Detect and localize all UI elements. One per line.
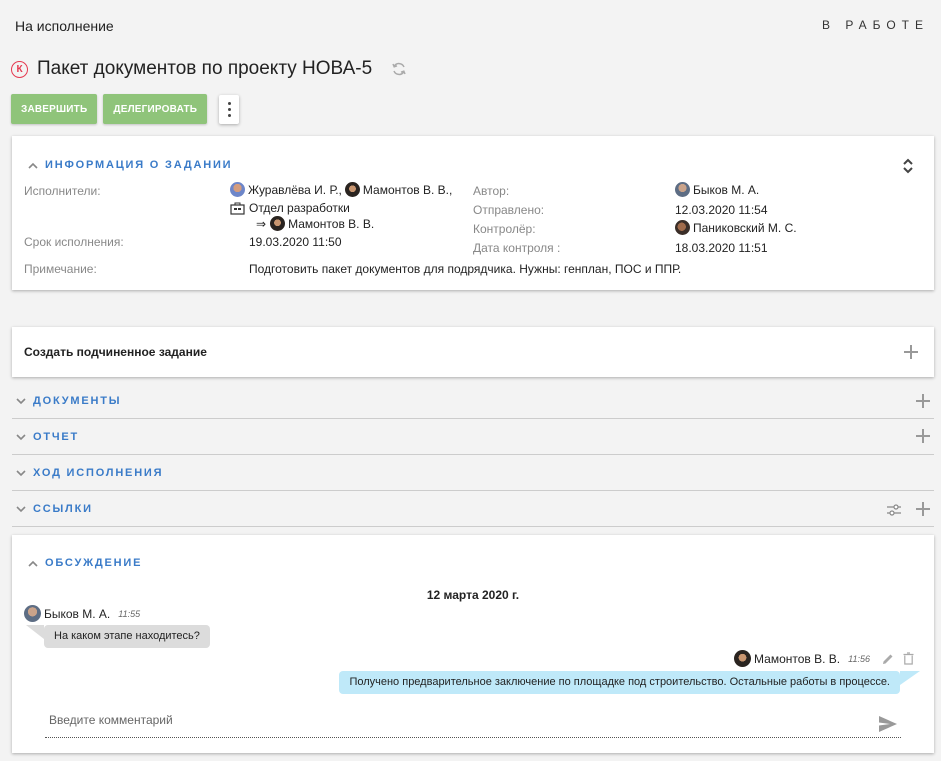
chevron-up-icon xyxy=(28,160,38,170)
section-documents-label: ДОКУМЕНТЫ xyxy=(33,395,122,407)
bubble-tail xyxy=(26,625,44,639)
message-header: Быков М. А. 11:55 xyxy=(24,605,140,622)
avatar xyxy=(734,650,752,667)
sent-label: Отправлено: xyxy=(473,203,545,217)
filter-settings-icon[interactable] xyxy=(887,503,901,517)
plus-icon[interactable] xyxy=(916,394,930,408)
action-bar: ЗАВЕРШИТЬ ДЕЛЕГИРОВАТЬ xyxy=(11,94,240,124)
avatar xyxy=(675,182,690,197)
department-icon xyxy=(230,202,245,215)
sent-value: 12.03.2020 11:54 xyxy=(675,203,768,217)
deadline-value: 19.03.2020 11:50 xyxy=(249,235,342,249)
complete-button[interactable]: ЗАВЕРШИТЬ xyxy=(11,94,98,124)
chevron-down-icon xyxy=(16,432,26,442)
task-info-heading: ИНФОРМАЦИЯ О ЗАДАНИИ xyxy=(45,159,233,171)
controller-value: Паниковский М. С. xyxy=(675,220,797,235)
section-progress-label: ХОД ИСПОЛНЕНИЯ xyxy=(33,467,164,479)
more-dot-icon xyxy=(227,101,231,105)
message-bubble: На каком этапе находитесь? xyxy=(44,625,210,648)
edit-icon[interactable] xyxy=(882,652,894,665)
avatar xyxy=(344,182,360,197)
discussion-heading: ОБСУЖДЕНИЕ xyxy=(45,557,143,569)
create-subtask-card[interactable]: Создать подчиненное задание xyxy=(12,327,934,377)
section-documents[interactable]: ДОКУМЕНТЫ xyxy=(12,383,934,419)
note-label: Примечание: xyxy=(24,262,97,276)
message-time: 11:56 xyxy=(848,653,870,664)
delegated-name[interactable]: Мамонтов В. В. xyxy=(288,217,374,231)
task-info-card: ИНФОРМАЦИЯ О ЗАДАНИИ Исполнители: Журавл… xyxy=(12,136,934,290)
bubble-tail xyxy=(900,671,920,685)
delegated-arrow: ⇒ xyxy=(256,216,267,231)
more-dot-icon xyxy=(227,107,231,111)
message-bubble: Получено предварительное заключение по п… xyxy=(339,671,900,694)
comment-input[interactable] xyxy=(45,705,845,735)
section-links-label: ССЫЛКИ xyxy=(33,503,93,515)
deadline-label: Срок исполнения: xyxy=(24,235,124,249)
controller-label: Контролёр: xyxy=(473,222,536,236)
message-author[interactable]: Быков М. А. xyxy=(44,607,110,621)
task-info-header[interactable]: ИНФОРМАЦИЯ О ЗАДАНИИ xyxy=(28,159,232,171)
chevron-up-icon xyxy=(28,558,38,568)
chevron-down-icon xyxy=(16,504,26,514)
avatar xyxy=(270,216,286,231)
delegated-value: ⇒ Мамонтов В. В. xyxy=(256,216,374,231)
status-label: В РАБОТЕ xyxy=(822,18,929,32)
plus-icon[interactable] xyxy=(916,502,930,516)
section-report-label: ОТЧЕТ xyxy=(33,431,80,443)
discussion-card: ОБСУЖДЕНИЕ 12 марта 2020 г. Быков М. А. … xyxy=(12,535,934,753)
message-time: 11:55 xyxy=(118,608,141,619)
executor-name[interactable]: Журавлёва И. Р., xyxy=(248,183,342,197)
top-bar: На исполнение В РАБОТЕ xyxy=(0,0,941,50)
control-date-label: Дата контроля : xyxy=(473,241,561,255)
mode-label: На исполнение xyxy=(15,18,114,34)
delete-icon[interactable] xyxy=(902,652,914,665)
department-value: Отдел разработки xyxy=(230,201,350,215)
avatar xyxy=(24,605,41,622)
author-name[interactable]: Быков М. А. xyxy=(693,183,759,197)
control-date-value: 18.03.2020 11:51 xyxy=(675,241,768,255)
author-value: Быков М. А. xyxy=(675,182,759,197)
plus-icon[interactable] xyxy=(916,429,930,443)
department-name[interactable]: Отдел разработки xyxy=(249,201,350,215)
discussion-header[interactable]: ОБСУЖДЕНИЕ xyxy=(28,557,142,569)
delegate-button[interactable]: ДЕЛЕГИРОВАТЬ xyxy=(103,94,208,124)
section-progress[interactable]: ХОД ИСПОЛНЕНИЯ xyxy=(12,455,934,491)
avatar xyxy=(675,220,690,235)
chevron-down-icon xyxy=(16,468,26,478)
executors-label: Исполнители: xyxy=(24,184,101,198)
send-icon[interactable] xyxy=(879,716,897,732)
message-header: Мамонтов В. В. 11:56 xyxy=(734,650,870,667)
expand-collapse-icon[interactable] xyxy=(902,157,914,175)
controller-name[interactable]: Паниковский М. С. xyxy=(693,221,797,235)
chevron-down-icon xyxy=(16,396,26,406)
task-type-badge: К xyxy=(11,60,28,78)
create-subtask-label: Создать подчиненное задание xyxy=(24,345,207,359)
section-links[interactable]: ССЫЛКИ xyxy=(12,491,934,527)
title-row: К Пакет документов по проекту НОВА-5 xyxy=(11,55,408,83)
more-dot-icon xyxy=(227,113,231,117)
more-actions-button[interactable] xyxy=(219,94,240,124)
section-report[interactable]: ОТЧЕТ xyxy=(12,419,934,455)
comment-field xyxy=(45,705,901,738)
page-title: Пакет документов по проекту НОВА-5 xyxy=(37,58,373,79)
executors-value: Журавлёва И. Р., Мамонтов В. В., xyxy=(230,182,452,197)
avatar xyxy=(230,182,245,197)
message-author[interactable]: Мамонтов В. В. xyxy=(754,652,840,666)
plus-icon[interactable] xyxy=(904,345,918,359)
refresh-icon[interactable] xyxy=(390,60,408,78)
note-value: Подготовить пакет документов для подрядч… xyxy=(249,262,682,276)
author-label: Автор: xyxy=(473,184,510,198)
date-separator: 12 марта 2020 г. xyxy=(426,588,520,602)
executor-name[interactable]: Мамонтов В. В., xyxy=(363,183,452,197)
